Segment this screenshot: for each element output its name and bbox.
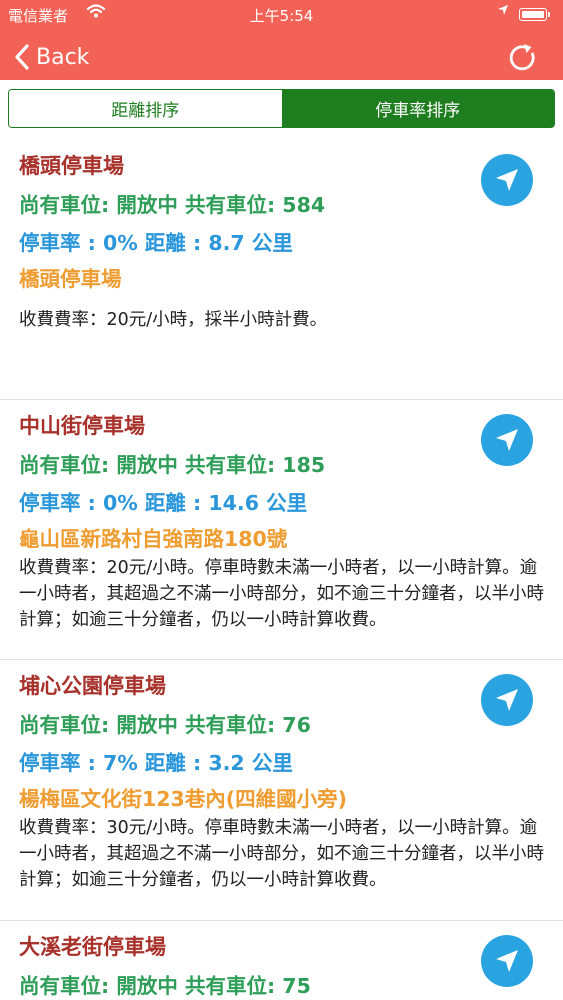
lot-name: 中山街停車場	[19, 414, 145, 438]
availability-status: 尚有車位: 開放中 共有車位: 76	[19, 713, 311, 737]
app-header: 電信業者 上午5:54 Back	[0, 0, 563, 80]
navigation-arrow-icon	[496, 169, 518, 191]
lot-address: 橋頭停車場	[19, 267, 122, 291]
lot-address: 楊梅區文化街123巷內(四維國小旁)	[19, 787, 348, 811]
refresh-button[interactable]	[507, 42, 539, 74]
battery-icon	[519, 8, 547, 21]
navigate-button[interactable]	[481, 674, 533, 726]
navigate-button[interactable]	[481, 935, 533, 987]
sort-by-occupancy-tab[interactable]: 停車率排序	[281, 90, 554, 127]
occupancy-distance: 停車率 : 7% 距離 : 3.2 公里	[19, 751, 293, 775]
lot-name: 橋頭停車場	[19, 154, 124, 178]
fee-description: 收費費率：30元/小時。停車時數未滿一小時者，以一小時計算。逾一小時者，其超過之…	[19, 818, 544, 890]
parking-lot-card[interactable]: 埔心公園停車場 尚有車位: 開放中 共有車位: 76 停車率 : 7% 距離 :…	[0, 660, 563, 921]
back-button[interactable]: Back	[14, 40, 89, 74]
navigation-arrow-icon	[496, 950, 518, 972]
lot-name: 大溪老街停車場	[19, 935, 166, 959]
parking-lot-card[interactable]: 大溪老街停車場 尚有車位: 開放中 共有車位: 75	[0, 921, 563, 1000]
occupancy-distance: 停車率 : 0% 距離 : 8.7 公里	[19, 231, 293, 255]
availability-status: 尚有車位: 開放中 共有車位: 185	[19, 453, 326, 477]
lot-name: 埔心公園停車場	[19, 674, 166, 698]
fee-description: 收費費率：20元/小時。停車時數未滿一小時者，以一小時計算。逾一小時者，其超過之…	[19, 558, 544, 630]
navigation-arrow-icon	[496, 429, 518, 451]
sort-segmented-control: 距離排序 停車率排序	[8, 89, 555, 128]
availability-status: 尚有車位: 開放中 共有車位: 75	[19, 974, 311, 998]
parking-lot-card[interactable]: 中山街停車場 尚有車位: 開放中 共有車位: 185 停車率 : 0% 距離 :…	[0, 400, 563, 660]
lot-address: 龜山區新路村自強南路180號	[19, 527, 288, 551]
back-label: Back	[36, 44, 90, 70]
sort-by-distance-tab[interactable]: 距離排序	[9, 90, 282, 127]
availability-status: 尚有車位: 開放中 共有車位: 584	[19, 193, 326, 217]
refresh-icon	[509, 44, 535, 71]
clock: 上午5:54	[249, 7, 314, 25]
navigate-button[interactable]	[481, 154, 533, 206]
battery-tip-icon	[548, 12, 550, 17]
fee-description: 收費費率：20元/小時，採半小時計費。	[19, 310, 328, 330]
status-bar: 電信業者 上午5:54	[0, 0, 563, 30]
navigation-arrow-icon	[496, 689, 518, 711]
parking-lot-card[interactable]: 橋頭停車場 尚有車位: 開放中 共有車位: 584 停車率 : 0% 距離 : …	[0, 140, 563, 400]
location-arrow-icon	[497, 4, 509, 20]
chevron-left-icon	[15, 44, 29, 70]
navigate-button[interactable]	[481, 414, 533, 466]
occupancy-distance: 停車率 : 0% 距離 : 14.6 公里	[19, 491, 308, 515]
